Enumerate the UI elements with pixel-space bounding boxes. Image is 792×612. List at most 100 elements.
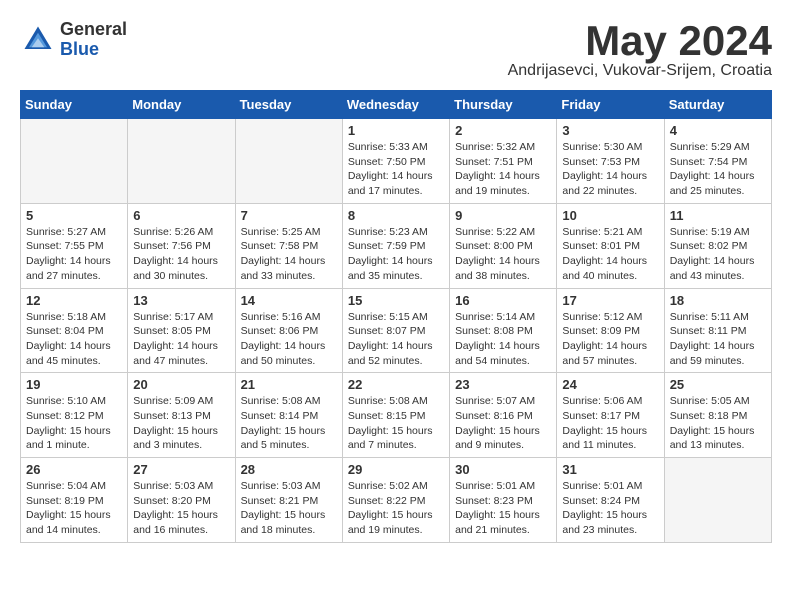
calendar-cell: 22Sunrise: 5:08 AM Sunset: 8:15 PM Dayli… [342, 373, 449, 458]
calendar-cell: 7 Sunrise: 5:25 AM Sunset: 7:58 PM Daylig… [235, 203, 342, 288]
calendar-cell: 23 Sunrise: 5:07 AM Sunset: 8:16 PM Dayli… [450, 373, 557, 458]
day-info: Sunrise: 5:08 AM Sunset: 8:15 PM Dayligh… [348, 394, 444, 453]
day-info: Sunrise: 5:03 AM Sunset: 8:20 PM Dayligh… [133, 479, 229, 538]
day-info: Sunrise: 5:10 AM Sunset: 8:12 PM Dayligh… [26, 394, 122, 453]
day-number: 23 [455, 377, 551, 392]
day-number: 25 [670, 377, 766, 392]
day-number: 15 [348, 293, 444, 308]
calendar-cell: 20 Sunrise: 5:09 AM Sunset: 8:13 PM Dayli… [128, 373, 235, 458]
day-info: Sunrise: 5:01 AM Sunset: 8:23 PM Dayligh… [455, 479, 551, 538]
day-info: Sunrise: 5:04 AM Sunset: 8:19 PM Dayligh… [26, 479, 122, 538]
day-info: Sunrise: 5:08 AM Sunset: 8:14 PM Dayligh… [241, 394, 337, 453]
calendar-cell: 8 Sunrise: 5:23 AM Sunset: 7:59 PM Daylig… [342, 203, 449, 288]
calendar-cell: 4 Sunrise: 5:29 AM Sunset: 7:54 PM Daylig… [664, 119, 771, 204]
calendar-cell: 21 Sunrise: 5:08 AM Sunset: 8:14 PM Dayli… [235, 373, 342, 458]
calendar-cell: 26Sunrise: 5:04 AM Sunset: 8:19 PM Dayli… [21, 458, 128, 543]
day-number: 11 [670, 208, 766, 223]
calendar-cell: 1Sunrise: 5:33 AM Sunset: 7:50 PM Daylig… [342, 119, 449, 204]
location: Andrijasevci, Vukovar-Srijem, Croatia [508, 62, 772, 80]
day-number: 18 [670, 293, 766, 308]
day-number: 31 [562, 462, 658, 477]
day-number: 28 [241, 462, 337, 477]
weekday-header-wednesday: Wednesday [342, 91, 449, 119]
weekday-header-saturday: Saturday [664, 91, 771, 119]
day-number: 13 [133, 293, 229, 308]
day-info: Sunrise: 5:02 AM Sunset: 8:22 PM Dayligh… [348, 479, 444, 538]
day-info: Sunrise: 5:11 AM Sunset: 8:11 PM Dayligh… [670, 310, 766, 369]
calendar-cell: 16 Sunrise: 5:14 AM Sunset: 8:08 PM Dayli… [450, 288, 557, 373]
calendar-cell [128, 119, 235, 204]
weekday-header-monday: Monday [128, 91, 235, 119]
day-info: Sunrise: 5:30 AM Sunset: 7:53 PM Dayligh… [562, 140, 658, 199]
calendar-week-1: 1Sunrise: 5:33 AM Sunset: 7:50 PM Daylig… [21, 119, 772, 204]
calendar-cell: 14 Sunrise: 5:16 AM Sunset: 8:06 PM Dayli… [235, 288, 342, 373]
day-info: Sunrise: 5:29 AM Sunset: 7:54 PM Dayligh… [670, 140, 766, 199]
day-info: Sunrise: 5:25 AM Sunset: 7:58 PM Dayligh… [241, 225, 337, 284]
calendar-cell: 29 Sunrise: 5:02 AM Sunset: 8:22 PM Dayli… [342, 458, 449, 543]
calendar-cell: 30 Sunrise: 5:01 AM Sunset: 8:23 PM Dayli… [450, 458, 557, 543]
day-info: Sunrise: 5:27 AM Sunset: 7:55 PM Dayligh… [26, 225, 122, 284]
day-number: 20 [133, 377, 229, 392]
day-number: 10 [562, 208, 658, 223]
calendar-week-4: 19 Sunrise: 5:10 AM Sunset: 8:12 PM Dayli… [21, 373, 772, 458]
day-info: Sunrise: 5:05 AM Sunset: 8:18 PM Dayligh… [670, 394, 766, 453]
weekday-header-friday: Friday [557, 91, 664, 119]
day-number: 12 [26, 293, 122, 308]
day-number: 16 [455, 293, 551, 308]
calendar-cell: 27 Sunrise: 5:03 AM Sunset: 8:20 PM Dayli… [128, 458, 235, 543]
day-info: Sunrise: 5:23 AM Sunset: 7:59 PM Dayligh… [348, 225, 444, 284]
day-number: 19 [26, 377, 122, 392]
calendar-cell: 2Sunrise: 5:32 AM Sunset: 7:51 PM Daylig… [450, 119, 557, 204]
day-number: 29 [348, 462, 444, 477]
day-info: Sunrise: 5:17 AM Sunset: 8:05 PM Dayligh… [133, 310, 229, 369]
day-number: 17 [562, 293, 658, 308]
page-header: General Blue May 2024 Andrijasevci, Vuko… [20, 20, 772, 80]
day-number: 6 [133, 208, 229, 223]
day-info: Sunrise: 5:15 AM Sunset: 8:07 PM Dayligh… [348, 310, 444, 369]
calendar-cell: 13 Sunrise: 5:17 AM Sunset: 8:05 PM Dayli… [128, 288, 235, 373]
weekday-header-row: SundayMondayTuesdayWednesdayThursdayFrid… [21, 91, 772, 119]
calendar-cell: 6Sunrise: 5:26 AM Sunset: 7:56 PM Daylig… [128, 203, 235, 288]
day-number: 4 [670, 123, 766, 138]
calendar-cell: 19 Sunrise: 5:10 AM Sunset: 8:12 PM Dayli… [21, 373, 128, 458]
day-info: Sunrise: 5:07 AM Sunset: 8:16 PM Dayligh… [455, 394, 551, 453]
day-number: 5 [26, 208, 122, 223]
weekday-header-tuesday: Tuesday [235, 91, 342, 119]
calendar-table: SundayMondayTuesdayWednesdayThursdayFrid… [20, 90, 772, 543]
logo-icon [20, 22, 56, 58]
calendar-cell: 24Sunrise: 5:06 AM Sunset: 8:17 PM Dayli… [557, 373, 664, 458]
day-info: Sunrise: 5:16 AM Sunset: 8:06 PM Dayligh… [241, 310, 337, 369]
day-number: 9 [455, 208, 551, 223]
day-number: 2 [455, 123, 551, 138]
day-info: Sunrise: 5:21 AM Sunset: 8:01 PM Dayligh… [562, 225, 658, 284]
calendar-cell: 11Sunrise: 5:19 AM Sunset: 8:02 PM Dayli… [664, 203, 771, 288]
day-info: Sunrise: 5:14 AM Sunset: 8:08 PM Dayligh… [455, 310, 551, 369]
day-number: 21 [241, 377, 337, 392]
day-number: 3 [562, 123, 658, 138]
logo-blue-text: Blue [60, 40, 127, 60]
day-number: 7 [241, 208, 337, 223]
weekday-header-sunday: Sunday [21, 91, 128, 119]
calendar-cell [21, 119, 128, 204]
calendar-week-3: 12Sunrise: 5:18 AM Sunset: 8:04 PM Dayli… [21, 288, 772, 373]
day-number: 27 [133, 462, 229, 477]
day-number: 14 [241, 293, 337, 308]
calendar-cell: 25 Sunrise: 5:05 AM Sunset: 8:18 PM Dayli… [664, 373, 771, 458]
calendar-cell [235, 119, 342, 204]
calendar-cell: 31 Sunrise: 5:01 AM Sunset: 8:24 PM Dayli… [557, 458, 664, 543]
calendar-cell: 18 Sunrise: 5:11 AM Sunset: 8:11 PM Dayli… [664, 288, 771, 373]
calendar-cell: 9Sunrise: 5:22 AM Sunset: 8:00 PM Daylig… [450, 203, 557, 288]
title-area: May 2024 Andrijasevci, Vukovar-Srijem, C… [508, 20, 772, 80]
calendar-cell: 10 Sunrise: 5:21 AM Sunset: 8:01 PM Dayli… [557, 203, 664, 288]
day-number: 30 [455, 462, 551, 477]
day-info: Sunrise: 5:09 AM Sunset: 8:13 PM Dayligh… [133, 394, 229, 453]
logo: General Blue [20, 20, 127, 60]
day-number: 24 [562, 377, 658, 392]
month-title: May 2024 [508, 20, 772, 62]
day-info: Sunrise: 5:33 AM Sunset: 7:50 PM Dayligh… [348, 140, 444, 199]
calendar-week-2: 5 Sunrise: 5:27 AM Sunset: 7:55 PM Daylig… [21, 203, 772, 288]
day-info: Sunrise: 5:01 AM Sunset: 8:24 PM Dayligh… [562, 479, 658, 538]
calendar-cell: 12Sunrise: 5:18 AM Sunset: 8:04 PM Dayli… [21, 288, 128, 373]
calendar-cell: 17Sunrise: 5:12 AM Sunset: 8:09 PM Dayli… [557, 288, 664, 373]
day-number: 8 [348, 208, 444, 223]
